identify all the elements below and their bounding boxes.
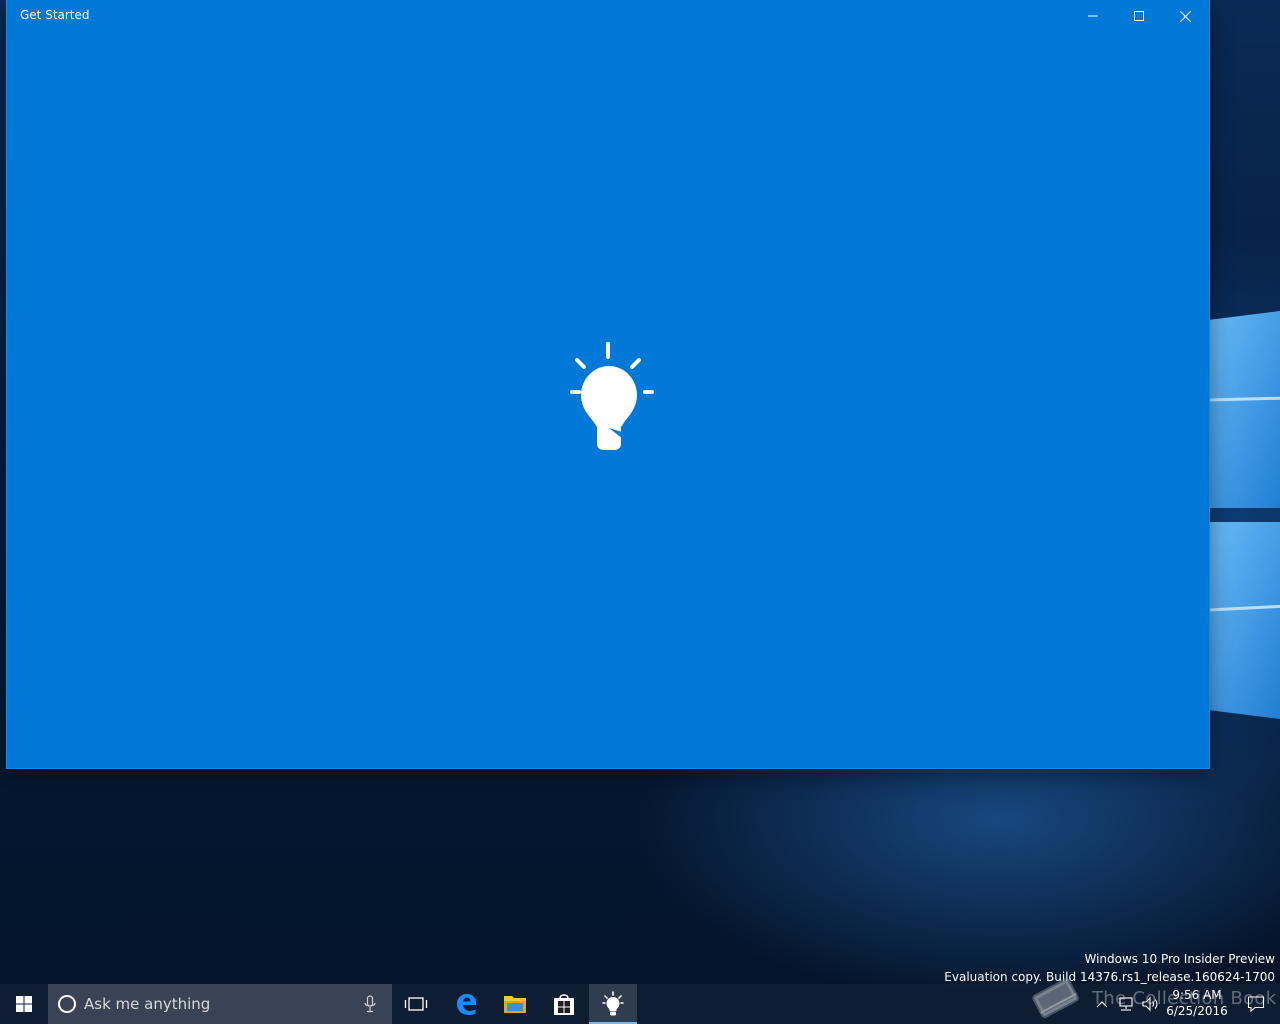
window-title: Get Started [20, 8, 90, 22]
minimize-icon [1088, 15, 1098, 17]
task-view-button[interactable] [392, 984, 440, 1024]
desktop: Get Started Windows 10 Pro Insider Previ… [0, 0, 1280, 1024]
taskbar: Ask me anything 9:56 AM 6/25/2016 [0, 984, 1280, 1024]
title-bar[interactable]: Get Started [7, 0, 1209, 32]
cortana-search-box[interactable]: Ask me anything [48, 984, 392, 1024]
store-icon [554, 994, 574, 1015]
edge-button[interactable] [442, 984, 490, 1024]
get-started-taskbar-button[interactable] [589, 984, 637, 1024]
file-explorer-icon [504, 996, 526, 1013]
get-started-window: Get Started [7, 0, 1209, 768]
book-icon [1032, 978, 1079, 1019]
windows-start-icon [16, 996, 32, 1012]
store-button[interactable] [540, 984, 588, 1024]
watermark-edition: Windows 10 Pro Insider Preview [1084, 952, 1275, 966]
windows-wallpaper-logo [1208, 311, 1280, 719]
task-view-icon [404, 997, 428, 1011]
minimize-button[interactable] [1070, 0, 1116, 32]
file-explorer-button[interactable] [491, 984, 539, 1024]
lightbulb-icon [570, 342, 654, 450]
maximize-button[interactable] [1116, 0, 1162, 32]
edge-icon [457, 994, 476, 1015]
cortana-icon [58, 995, 76, 1013]
start-button[interactable] [0, 984, 48, 1024]
microphone-icon[interactable] [364, 995, 376, 1013]
lightbulb-icon [602, 991, 624, 1016]
maximize-icon [1134, 11, 1144, 21]
close-button[interactable] [1162, 0, 1208, 32]
collection-book-watermark: The Collection Book [1092, 988, 1277, 1009]
build-watermark: Windows 10 Pro Insider Preview Evaluatio… [944, 950, 1275, 986]
close-icon [1179, 10, 1191, 22]
search-placeholder: Ask me anything [84, 995, 211, 1013]
